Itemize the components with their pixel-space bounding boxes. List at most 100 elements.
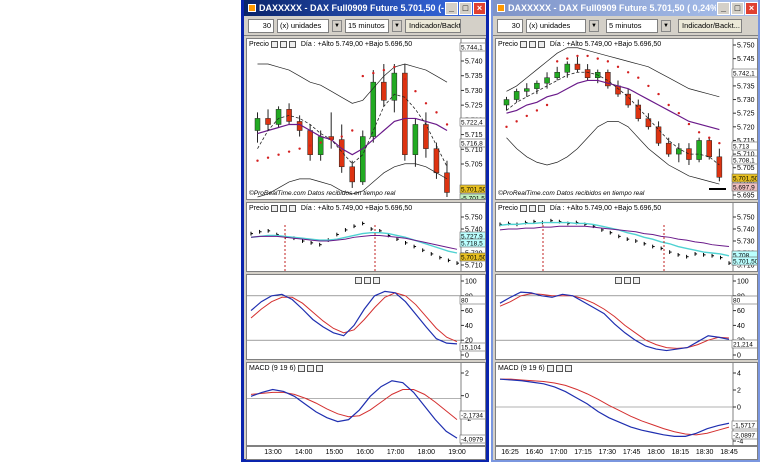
line-chart[interactable]: 5.7505.7405.7305.7205.7105.7085.701,50	[496, 203, 758, 272]
wrench-icon[interactable]	[270, 40, 278, 48]
wrench-icon[interactable]	[546, 364, 554, 372]
candle-body	[349, 166, 355, 183]
time-axis: 13:00 14:00 15:00 16:00 17:00 18:00 19:00	[246, 446, 486, 460]
app-icon	[497, 4, 505, 12]
maximize-icon[interactable]: □	[731, 1, 744, 15]
price-badge-label: 5.722,4	[461, 120, 483, 127]
close-icon[interactable]: ×	[745, 1, 758, 15]
minimize-icon[interactable]: _	[445, 1, 458, 15]
day-range-info: Día : +Alto 5.749,00 +Bajo 5.696,50	[300, 204, 413, 212]
moving-average-line	[257, 117, 448, 156]
window-icon[interactable]	[306, 364, 314, 372]
window-icon[interactable]	[528, 204, 536, 212]
candlestick-chart[interactable]: 5.7505.7455.7405.7355.7305.7255.7205.715…	[496, 39, 758, 200]
y-tick-label: 5.725	[737, 111, 755, 118]
wrench-icon[interactable]	[270, 204, 278, 212]
wrench-icon[interactable]	[354, 276, 362, 284]
macd-chart[interactable]: 20-2-4-2,1734-4,0979	[247, 363, 486, 446]
x-tick-label: 17:00	[386, 449, 405, 456]
stochastic-panel[interactable]: 1008060402008021,214	[495, 274, 758, 360]
units-select[interactable]: (x) unidades	[277, 18, 329, 33]
candle-body	[433, 148, 440, 174]
x-tick-label: 16:25	[501, 449, 519, 456]
wrench-icon[interactable]	[297, 364, 305, 372]
line-panel[interactable]: Precio Día : +Alto 5.749,00 +Bajo 5.696,5…	[246, 202, 486, 272]
y-tick-label: 5.750	[465, 215, 483, 222]
y-tick-label: 5.705	[465, 162, 483, 169]
day-range-info: Día : +Alto 5.749,00 +Bajo 5.696,50	[549, 40, 662, 48]
stochastic-panel[interactable]: 1008060402008015,104	[246, 274, 486, 360]
wrench-icon[interactable]	[519, 204, 527, 212]
window-icon[interactable]	[279, 204, 287, 212]
wrench-icon[interactable]	[615, 276, 622, 284]
window-title-bar[interactable]: DAXXXXX - DAX Full0909 Future 5.701,50 (…	[244, 0, 486, 16]
candle-body	[554, 72, 560, 78]
macd-panel[interactable]: MACD (9 19 6) 20-2-4-2,1734-4,0979	[246, 362, 486, 446]
chart-window-5min[interactable]: DAXXXXX - DAX Full0909 Future 5.701,50 (…	[491, 0, 760, 462]
window-title: DAXXXXX - DAX Full0909 Future 5.701,50 (…	[508, 3, 716, 13]
window-icon[interactable]	[279, 40, 287, 48]
parabolic-sar-dot	[445, 123, 449, 126]
price-panel[interactable]: Precio Día : +Alto 5.749,00 +Bajo 5.696,5…	[495, 38, 758, 200]
parabolic-sar-dot	[266, 156, 270, 159]
macd-panel[interactable]: MACD (9 19 6) 420-2-4-1,5717-2,0897	[495, 362, 758, 446]
maximize-icon[interactable]: □	[459, 1, 472, 15]
parabolic-sar-dot	[566, 57, 569, 60]
parabolic-sar-dot	[435, 111, 438, 114]
chevron-down-icon[interactable]: ▼	[332, 19, 342, 32]
period-select[interactable]: 5 minutos	[606, 18, 658, 33]
stochastic-chart[interactable]: 1008060402008021,214	[496, 275, 758, 360]
chevron-down-icon[interactable]: ▼	[589, 19, 599, 32]
parabolic-sar-dot	[361, 74, 364, 78]
close-icon[interactable]	[564, 364, 572, 372]
price-panel[interactable]: Precio Día : +Alto 5.749,00 +Bajo 5.696,5…	[246, 38, 486, 200]
price-badge-label: -5.701,50	[461, 196, 486, 201]
window-icon[interactable]	[363, 276, 371, 284]
close-icon[interactable]	[537, 204, 545, 212]
close-icon[interactable]	[288, 40, 296, 48]
window-icon[interactable]	[528, 40, 536, 48]
panel-label: Precio	[498, 204, 518, 212]
units-select[interactable]: (x) unidades	[526, 18, 586, 33]
chevron-down-icon[interactable]: ▼	[392, 19, 402, 32]
stochastic-d-line	[250, 292, 458, 343]
window-icon[interactable]	[624, 276, 631, 284]
close-icon[interactable]: ×	[473, 1, 486, 15]
y-tick-label: 0	[737, 353, 741, 360]
line-panel[interactable]: Precio Día : +Alto 5.749,00 +Bajo 5.696,5…	[495, 202, 758, 272]
interval-input[interactable]: 30	[248, 18, 274, 33]
chart-window-15min[interactable]: DAXXXXX - DAX Full0909 Future 5.701,50 (…	[241, 0, 489, 462]
candle-body	[564, 63, 571, 73]
parabolic-sar-dot	[708, 136, 711, 139]
line-chart[interactable]: 5.7505.7405.7305.7205.7105.727,95.718,55…	[247, 203, 486, 272]
period-select[interactable]: 15 minutos	[345, 18, 389, 33]
parabolic-sar-dot	[576, 54, 579, 58]
stochastic-chart[interactable]: 1008060402008015,104	[247, 275, 486, 360]
close-icon[interactable]	[288, 204, 296, 212]
x-tick-label: 18:00	[417, 449, 436, 456]
window-icon[interactable]	[555, 364, 563, 372]
window-title-bar[interactable]: DAXXXXX - DAX Full0909 Future 5.701,50 (…	[493, 0, 758, 16]
candle-body	[716, 156, 723, 178]
close-icon[interactable]	[537, 40, 545, 48]
time-axis: 16:25 16:40 17:00 17:15 17:30 17:45 18:00 18:15…	[495, 446, 758, 460]
indicator-button[interactable]: Indicador/Backt...	[678, 18, 742, 33]
candlestick-chart[interactable]: 5.7405.7355.7305.7255.7205.7155.7105.705…	[247, 39, 486, 200]
y-tick-label: 0	[465, 393, 469, 400]
macd-chart[interactable]: 420-2-4-1,5717-2,0897	[496, 363, 758, 446]
wrench-icon[interactable]	[519, 40, 527, 48]
chevron-down-icon[interactable]: ▼	[661, 19, 671, 32]
close-icon[interactable]	[315, 364, 323, 372]
x-tick-label: 17:45	[622, 449, 641, 456]
interval-input[interactable]: 30	[497, 18, 523, 33]
close-icon[interactable]	[633, 276, 640, 284]
bollinger-upper-line	[506, 47, 720, 98]
parabolic-sar-dot	[616, 65, 620, 69]
price-badge-label: 5.701,50	[733, 176, 758, 183]
parabolic-sar-dot	[351, 129, 354, 132]
parabolic-sar-dot	[256, 159, 259, 162]
indicator-button[interactable]: Indicador/Backt...	[405, 18, 461, 33]
close-icon[interactable]	[372, 276, 380, 284]
minimize-icon[interactable]: _	[717, 1, 730, 15]
bollinger-upper-line	[257, 63, 448, 104]
